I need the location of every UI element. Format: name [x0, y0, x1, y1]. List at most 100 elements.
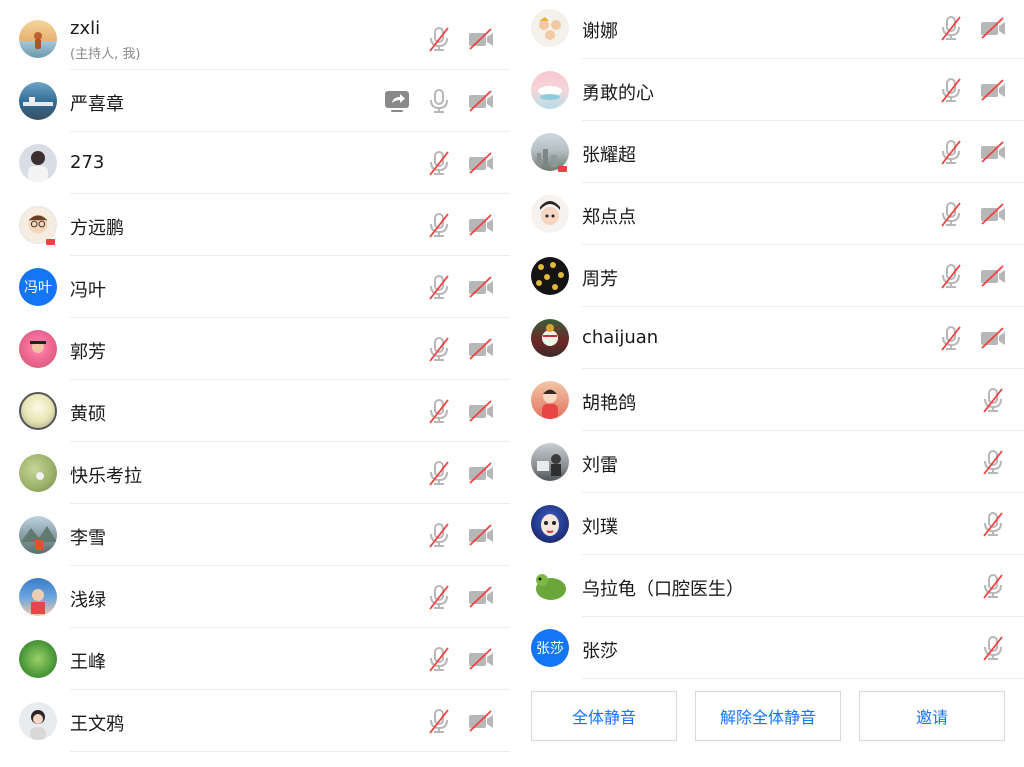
participant-name: 张莎 [582, 641, 618, 662]
participant-row[interactable]: 刘璞 [512, 493, 1024, 555]
camera-off-icon[interactable] [978, 261, 1008, 291]
screen-share-icon[interactable] [382, 86, 412, 116]
camera-off-icon[interactable] [978, 323, 1008, 353]
mic-muted-icon[interactable] [424, 520, 454, 550]
camera-off-icon[interactable] [466, 396, 496, 426]
participant-row[interactable]: 胡艳鸽 [512, 369, 1024, 431]
mic-muted-icon[interactable] [424, 582, 454, 612]
mic-on-icon[interactable] [424, 86, 454, 116]
mic-muted-icon[interactable] [424, 210, 454, 240]
participant-row[interactable]: 郑点点 [512, 183, 1024, 245]
participant-name: zxli [70, 18, 101, 39]
participant-row[interactable]: 王峰 [0, 628, 512, 690]
avatar [531, 381, 569, 419]
avatar [19, 454, 57, 492]
participant-name: chaijuan [582, 327, 659, 348]
participant-row[interactable]: 刘雷 [512, 431, 1024, 493]
participant-row[interactable]: 乌拉龟（口腔医生） [512, 555, 1024, 617]
participant-row[interactable]: zxli (主持人, 我) [0, 8, 512, 70]
mic-muted-icon[interactable] [424, 644, 454, 674]
mic-muted-icon[interactable] [936, 199, 966, 229]
participant-row[interactable]: chaijuan [512, 307, 1024, 369]
participant-row[interactable]: 郭芳 [0, 318, 512, 380]
participant-row[interactable]: 谢娜 [512, 0, 1024, 59]
participant-row[interactable]: 黄硕 [0, 380, 512, 442]
avatar [531, 9, 569, 47]
camera-off-icon[interactable] [978, 199, 1008, 229]
invite-button[interactable]: 邀请 [859, 691, 1005, 741]
mic-muted-icon[interactable] [978, 385, 1008, 415]
camera-off-icon[interactable] [466, 24, 496, 54]
avatar [19, 330, 57, 368]
participant-row[interactable]: 周芳 [512, 245, 1024, 307]
mic-muted-icon[interactable] [936, 323, 966, 353]
mic-muted-icon[interactable] [424, 458, 454, 488]
mic-muted-icon[interactable] [978, 571, 1008, 601]
participant-name: 郭芳 [70, 342, 106, 363]
participant-name: 郑点点 [582, 207, 636, 228]
mic-muted-icon[interactable] [424, 334, 454, 364]
camera-off-icon[interactable] [466, 644, 496, 674]
avatar [19, 20, 57, 58]
camera-off-icon[interactable] [466, 272, 496, 302]
participant-row[interactable]: 王文鸦 [0, 690, 512, 752]
unmute-all-button[interactable]: 解除全体静音 [695, 691, 841, 741]
participant-row[interactable]: 方远鹏 [0, 194, 512, 256]
participant-name: 冯叶 [70, 280, 106, 301]
row-divider [582, 678, 1024, 679]
avatar [531, 443, 569, 481]
participant-row[interactable]: 浅绿 [0, 566, 512, 628]
badge-icon [46, 239, 55, 245]
participant-row[interactable]: 冯叶 冯叶 [0, 256, 512, 318]
mic-muted-icon[interactable] [936, 13, 966, 43]
participant-row[interactable]: 勇敢的心 [512, 59, 1024, 121]
participant-row[interactable]: 快乐考拉 [0, 442, 512, 504]
participant-name: 周芳 [582, 269, 618, 290]
participant-row[interactable]: 张莎 张莎 [512, 617, 1024, 679]
mic-muted-icon[interactable] [424, 396, 454, 426]
camera-off-icon[interactable] [978, 137, 1008, 167]
camera-off-icon[interactable] [466, 582, 496, 612]
mic-muted-icon[interactable] [424, 24, 454, 54]
mic-muted-icon[interactable] [936, 75, 966, 105]
mic-muted-icon[interactable] [424, 148, 454, 178]
camera-off-icon[interactable] [978, 13, 1008, 43]
avatar [531, 71, 569, 109]
camera-off-icon[interactable] [466, 458, 496, 488]
mic-muted-icon[interactable] [978, 633, 1008, 663]
participant-name: 王峰 [70, 652, 106, 673]
participant-row[interactable]: 张耀超 [512, 121, 1024, 183]
camera-off-icon[interactable] [466, 706, 496, 736]
camera-off-icon[interactable] [978, 75, 1008, 105]
badge-icon [558, 166, 567, 172]
avatar [19, 144, 57, 182]
camera-off-icon[interactable] [466, 210, 496, 240]
avatar: 张莎 [531, 629, 569, 667]
avatar [531, 505, 569, 543]
avatar [531, 567, 569, 605]
mic-muted-icon[interactable] [978, 447, 1008, 477]
avatar [19, 392, 57, 430]
participant-name: 273 [70, 152, 105, 173]
participant-row[interactable]: 273 [0, 132, 512, 194]
mic-muted-icon[interactable] [936, 261, 966, 291]
camera-off-icon[interactable] [466, 148, 496, 178]
participant-list-right: 谢娜 勇敢的心 张耀超 郑点点 周芳 chaijuan 胡艳鸽 刘雷 刘璞 乌拉… [512, 0, 1024, 767]
mic-muted-icon[interactable] [424, 706, 454, 736]
mic-muted-icon[interactable] [978, 509, 1008, 539]
mic-muted-icon[interactable] [424, 272, 454, 302]
participant-name: 乌拉龟（口腔医生） [582, 579, 744, 600]
camera-off-icon[interactable] [466, 334, 496, 364]
avatar [531, 257, 569, 295]
mic-muted-icon[interactable] [936, 137, 966, 167]
camera-off-icon[interactable] [466, 520, 496, 550]
camera-off-icon[interactable] [466, 86, 496, 116]
participant-name: 方远鹏 [70, 218, 124, 239]
participant-name: 胡艳鸽 [582, 393, 636, 414]
participant-row[interactable]: 李雪 [0, 504, 512, 566]
participant-name: 黄硕 [70, 404, 106, 425]
avatar [19, 640, 57, 678]
avatar [531, 195, 569, 233]
participant-row[interactable]: 严喜章 [0, 70, 512, 132]
mute-all-button[interactable]: 全体静音 [531, 691, 677, 741]
